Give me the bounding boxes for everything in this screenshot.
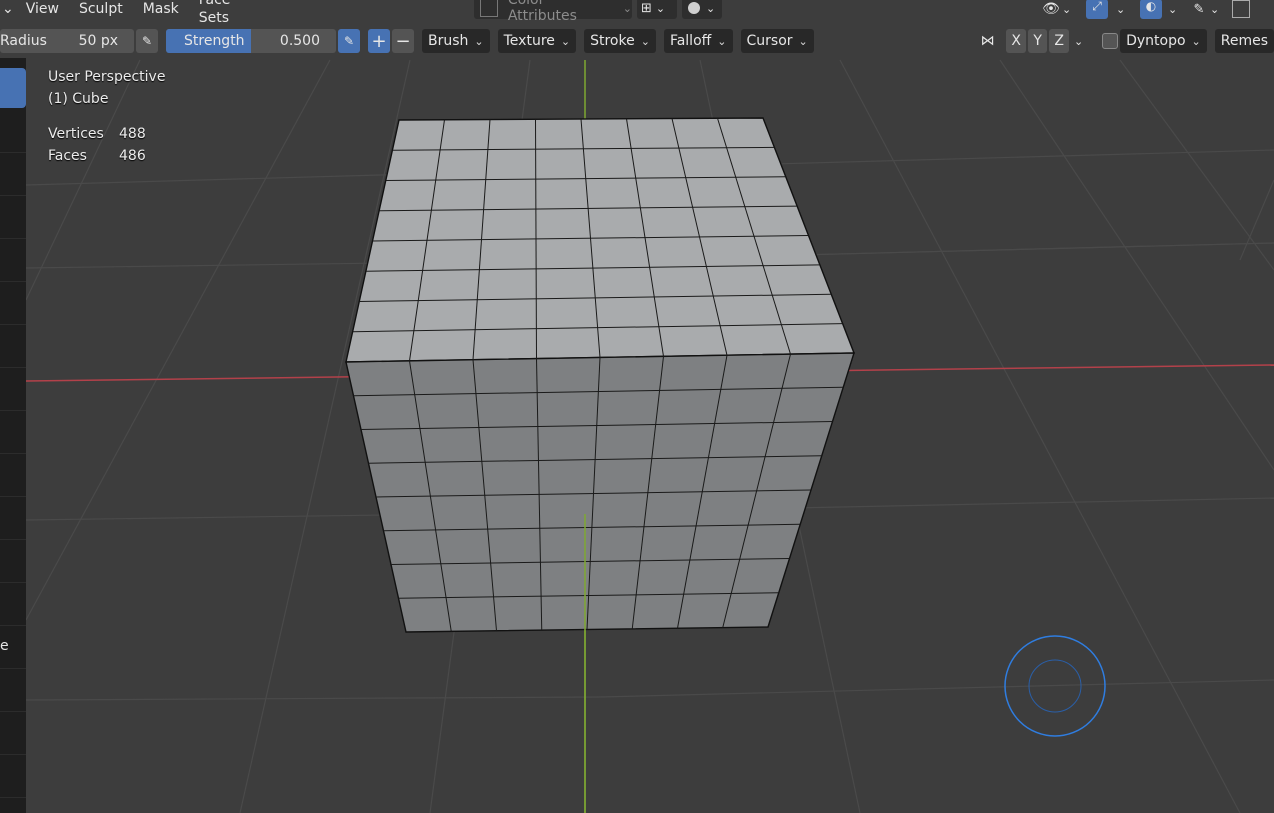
strength-pressure-icon[interactable]: ✎	[338, 29, 360, 53]
falloff-label: Falloff	[669, 33, 712, 49]
tool-settings-bar: Radius 50 px ✎ Strength 0.500 ✎ + − Brus…	[0, 27, 830, 55]
stroke-dropdown[interactable]: Stroke ⌄	[584, 29, 656, 53]
view-name: User Perspective	[48, 69, 166, 85]
overlay-icon[interactable]: ◐	[1140, 0, 1162, 19]
cursor-label: Cursor	[746, 33, 793, 49]
falloff-dropdown[interactable]: Falloff ⌄	[663, 29, 733, 53]
3d-viewport[interactable]	[0, 0, 1274, 813]
chevron-down-icon: ⌄	[560, 34, 571, 48]
xray-icon[interactable]: ✎	[1188, 2, 1210, 17]
header-menu-bar: ⌄ View Sculpt Mask Face Sets	[0, 0, 270, 26]
strength-label: Strength	[184, 33, 245, 49]
tool-settings-right: ⋈ X Y Z ⌄ Dyntopo ⌄ Remes	[975, 27, 1274, 55]
chevron-down-icon: ⌄	[474, 34, 484, 48]
symmetry-z-toggle[interactable]: Z	[1049, 29, 1069, 53]
gizmo-icon[interactable]: ⤢	[1086, 0, 1108, 19]
color-attributes-label: Color Attributes	[507, 0, 577, 24]
radius-pressure-icon[interactable]: ✎	[136, 29, 158, 53]
color-attributes-dropdown[interactable]: Color Attributes ⌄	[474, 0, 632, 24]
object-name: (1) Cube	[48, 91, 109, 107]
menu-face-sets[interactable]: Face Sets	[189, 0, 270, 26]
remesh-dropdown[interactable]: Remes	[1214, 29, 1274, 53]
chevron-down-icon: ⌄	[640, 34, 650, 48]
chevron-down-icon[interactable]: ⌄	[1168, 3, 1182, 16]
chevron-down-icon: ⌄	[1191, 34, 1201, 48]
symmetry-y-toggle[interactable]: Y	[1027, 29, 1048, 53]
symmetry-butterfly-icon[interactable]: ⋈	[975, 33, 1000, 49]
visibility-eye-icon[interactable]: 👁	[1040, 1, 1062, 17]
stroke-label: Stroke	[590, 33, 635, 49]
vertices-value: 488	[119, 126, 146, 142]
symmetry-dropdown[interactable]: ⊞ ⌄	[637, 0, 677, 19]
texture-dropdown[interactable]: Texture ⌄	[497, 29, 577, 53]
strength-field[interactable]: Strength 0.500	[166, 29, 336, 53]
brush-label: Brush	[428, 33, 469, 49]
panel-cut-label: e	[0, 638, 9, 654]
chevron-down-icon[interactable]: ⌄	[1210, 3, 1224, 16]
dyntopo-checkbox[interactable]	[1102, 33, 1119, 49]
texture-label: Texture	[503, 33, 555, 49]
menu-view[interactable]: View	[16, 0, 69, 23]
vertices-stat: Vertices 488	[48, 126, 146, 142]
cursor-dropdown[interactable]: Cursor ⌄	[740, 29, 814, 53]
faces-stat: Faces 486	[48, 148, 146, 164]
toolbar-strip: e	[0, 58, 26, 813]
chevron-down-icon: ⌄	[798, 34, 808, 48]
menu-mask[interactable]: Mask	[133, 0, 189, 23]
toggle-xray-icon[interactable]	[1232, 0, 1250, 18]
shading-icon	[688, 2, 700, 14]
dyntopo-dropdown[interactable]: Dyntopo ⌄	[1120, 29, 1207, 53]
symmetry-x-toggle[interactable]: X	[1006, 29, 1026, 53]
menu-sculpt[interactable]: Sculpt	[69, 0, 133, 23]
faces-label: Faces	[48, 148, 87, 164]
vertices-label: Vertices	[48, 126, 104, 142]
menu-collapse-chevron-icon[interactable]: ⌄	[0, 0, 16, 23]
radius-label: Radius	[0, 33, 47, 49]
chevron-down-icon[interactable]: ⌄	[1062, 3, 1076, 16]
dyntopo-label: Dyntopo	[1126, 33, 1186, 49]
chevron-down-icon: ⌄	[655, 1, 666, 15]
chevron-down-icon[interactable]: ⌄	[1069, 35, 1089, 48]
chevron-down-icon: ⌄	[622, 1, 632, 15]
header-right-icons: 👁 ⌄ ⤢ ⌄ ◐ ⌄ ✎ ⌄	[1040, 0, 1274, 21]
color-attributes-icon	[480, 0, 498, 17]
active-tool-button[interactable]	[0, 68, 26, 108]
faces-value: 486	[119, 148, 146, 164]
radius-value: 50 px	[78, 33, 118, 49]
strength-value: 0.500	[279, 33, 320, 49]
chevron-down-icon[interactable]: ⌄	[1116, 3, 1130, 16]
symmetry-icon: ⊞	[641, 0, 652, 16]
brush-dropdown[interactable]: Brush ⌄	[422, 29, 490, 53]
shading-dropdown[interactable]: ⌄	[682, 0, 722, 19]
add-icon[interactable]: +	[368, 29, 390, 53]
chevron-down-icon: ⌄	[706, 1, 716, 15]
remesh-label: Remes	[1220, 33, 1269, 49]
cube-mesh	[345, 117, 856, 633]
viewport-info: User Perspective (1) Cube	[48, 68, 165, 108]
subtract-icon[interactable]: −	[392, 29, 414, 53]
chevron-down-icon: ⌄	[717, 34, 727, 48]
radius-field[interactable]: Radius 50 px	[0, 29, 134, 53]
